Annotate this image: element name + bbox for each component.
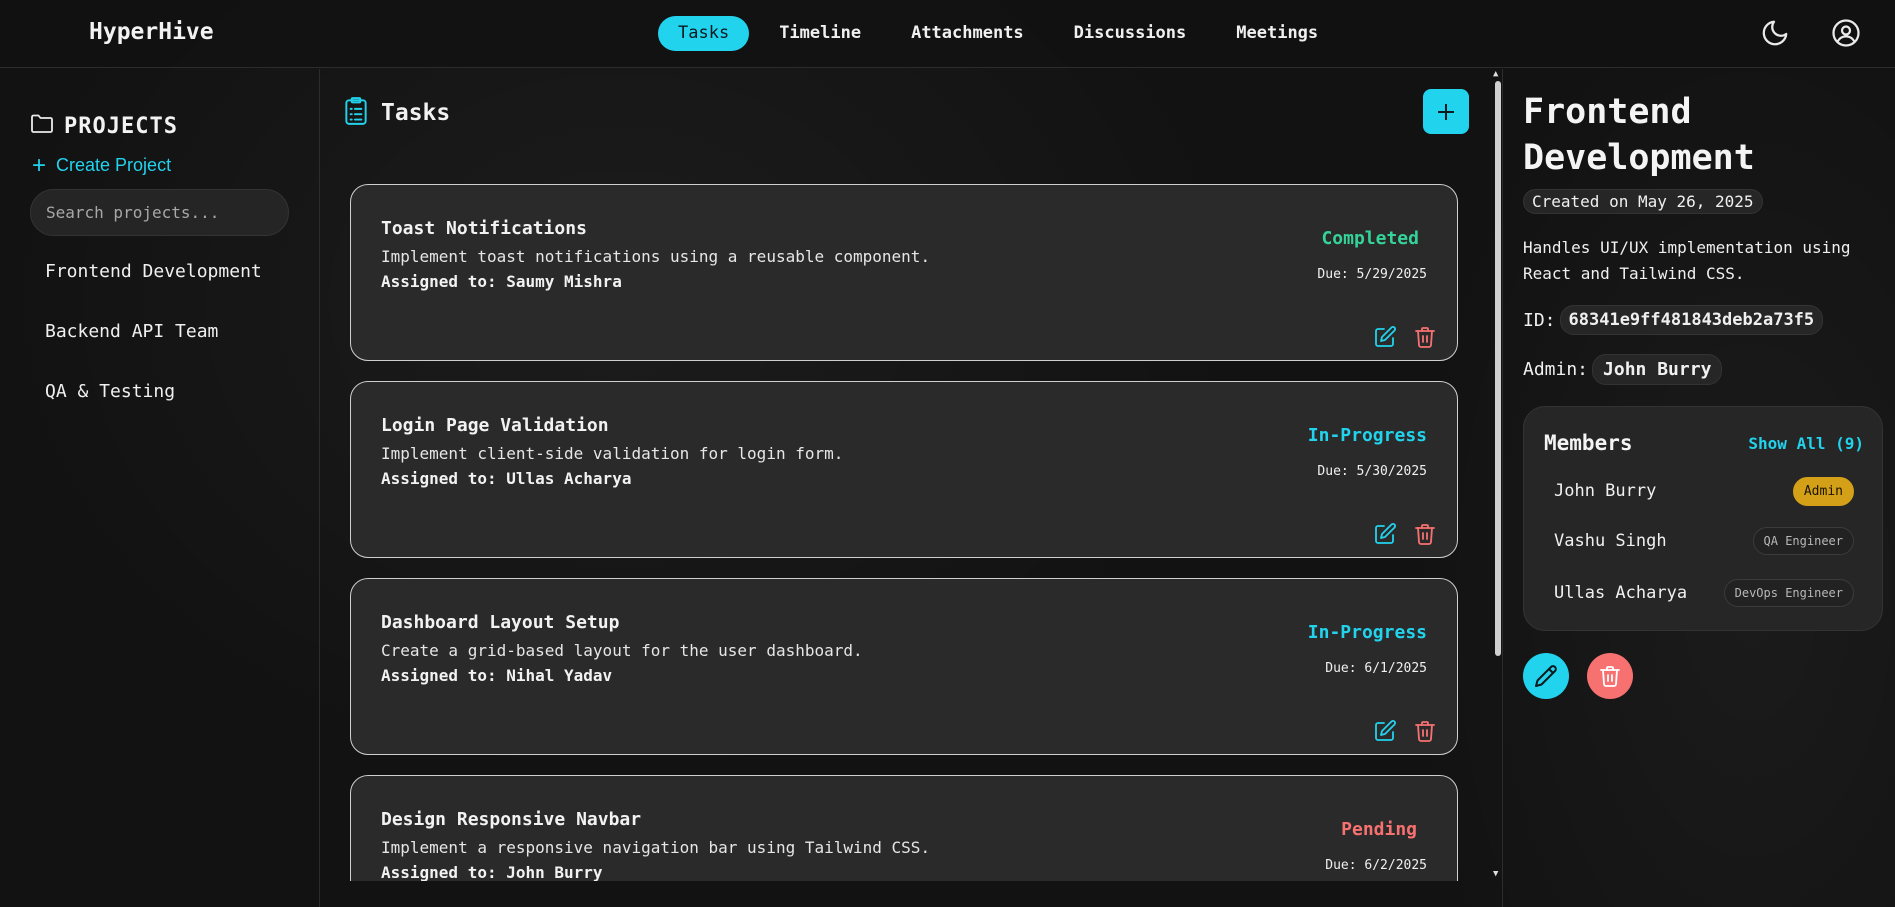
task-status: Completed [1321,228,1419,249]
plus-icon [1438,103,1454,120]
task-due-date: Due: 6/2/2025 [1325,858,1427,873]
member-name: John Burry [1554,481,1657,501]
task-description: Create a grid-based layout for the user … [381,641,863,660]
member-row: Ullas Acharya DevOps Engineer [1554,579,1854,609]
project-description: Handles UI/UX implementation using React… [1523,238,1851,283]
folder-icon [30,113,54,139]
task-status: In-Progress [1307,425,1427,446]
project-item-backend[interactable]: Backend API Team [45,317,285,347]
role-badge: QA Engineer [1752,527,1854,555]
task-title: Toast Notifications [381,218,587,239]
task-title: Dashboard Layout Setup [381,612,620,633]
task-assignee: Assigned to: Nihal Yadav [381,666,613,685]
project-created-date: Created on May 26, 2025 [1523,189,1763,214]
project-admin-label: Admin: [1523,359,1589,380]
task-title: Login Page Validation [381,415,609,436]
plus-icon: + [32,151,47,179]
moon-icon[interactable] [1760,18,1790,48]
task-description: Implement a responsive navigation bar us… [381,838,931,857]
tab-attachments[interactable]: Attachments [891,16,1044,51]
task-status: In-Progress [1307,622,1427,643]
role-badge: DevOps Engineer [1723,579,1854,607]
tasks-panel: Tasks Toast Notifications Implement toas… [321,69,1501,907]
tasks-heading: Tasks [343,96,450,130]
tab-discussions[interactable]: Discussions [1054,16,1207,51]
project-title: Frontend Development [1523,92,1755,178]
edit-icon[interactable] [1373,522,1397,546]
projects-heading: PROJECTS [30,113,178,139]
delete-project-button[interactable] [1587,653,1633,699]
member-row: John Burry Admin [1554,477,1854,507]
scroll-down-arrow-icon[interactable]: ▼ [1493,869,1498,879]
brand-logo-text[interactable]: HyperHive [89,19,214,45]
project-admin-value: John Burry [1592,354,1723,385]
task-description: Implement client-side validation for log… [381,444,844,463]
task-title: Design Responsive Navbar [381,809,642,830]
member-name: Ullas Acharya [1554,583,1688,603]
trash-icon [1600,666,1620,687]
tasks-heading-label: Tasks [381,100,451,126]
members-card: Members Show All (9) John Burry Admin Va… [1523,406,1883,631]
task-status: Pending [1341,819,1417,840]
scroll-thumb[interactable] [1495,81,1501,656]
tab-timeline[interactable]: Timeline [759,16,881,51]
task-due-date: Due: 5/29/2025 [1317,267,1427,282]
create-project-label: Create Project [56,155,172,175]
project-sidebar: PROJECTS + Create Project Frontend Devel… [0,69,320,907]
show-all-members-link[interactable]: Show All (9) [1748,434,1864,453]
task-card[interactable]: Login Page Validation Implement client-s… [350,381,1458,558]
edit-project-button[interactable] [1523,653,1569,699]
role-badge: Admin [1792,477,1854,506]
project-id-label: ID: [1523,309,1556,331]
member-row: Vashu Singh QA Engineer [1554,527,1854,557]
task-due-date: Due: 6/1/2025 [1325,661,1427,676]
projects-heading-label: PROJECTS [64,113,178,139]
trash-icon[interactable] [1413,522,1437,546]
trash-icon[interactable] [1413,325,1437,349]
tab-meetings[interactable]: Meetings [1216,16,1338,51]
members-title: Members [1544,431,1633,455]
user-circle-icon[interactable] [1831,18,1861,48]
task-assignee: Assigned to: Saumy Mishra [381,272,622,291]
task-due-date: Due: 5/30/2025 [1317,464,1427,479]
member-name: Vashu Singh [1554,531,1667,551]
task-card[interactable]: Dashboard Layout Setup Create a grid-bas… [350,578,1458,755]
project-detail-panel: Frontend Development Created on May 26, … [1502,69,1895,907]
project-item-qa[interactable]: QA & Testing [45,377,285,407]
edit-icon[interactable] [1373,325,1397,349]
project-id-row: ID: 68341e9ff481843deb2a73f5 [1523,305,1824,335]
task-description: Implement toast notifications using a re… [381,247,931,266]
project-item-frontend[interactable]: Frontend Development [45,257,285,287]
task-card[interactable]: Design Responsive Navbar Implement a res… [350,775,1458,881]
project-id-value: 68341e9ff481843deb2a73f5 [1559,305,1824,335]
task-list: Toast Notifications Implement toast noti… [350,184,1458,881]
add-task-button[interactable] [1423,89,1469,134]
tab-tasks[interactable]: Tasks [658,16,750,51]
edit-icon[interactable] [1373,719,1397,743]
clipboard-list-icon [343,96,369,130]
task-assignee: Assigned to: John Burry [381,863,603,881]
project-actions [1523,653,1633,699]
project-admin-row: Admin: John Burry [1523,354,1723,385]
main-nav: Tasks Timeline Attachments Discussions M… [658,16,1348,51]
task-assignee: Assigned to: Ullas Acharya [381,469,632,488]
top-navbar: HyperHive Tasks Timeline Attachments Dis… [0,0,1895,68]
pencil-icon [1535,665,1557,687]
project-list: Frontend Development Backend API Team QA… [45,257,285,437]
project-search-input[interactable] [30,189,289,236]
trash-icon[interactable] [1413,719,1437,743]
scroll-up-arrow-icon[interactable]: ▲ [1493,69,1498,79]
create-project-button[interactable]: + Create Project [32,151,172,179]
task-card[interactable]: Toast Notifications Implement toast noti… [350,184,1458,361]
